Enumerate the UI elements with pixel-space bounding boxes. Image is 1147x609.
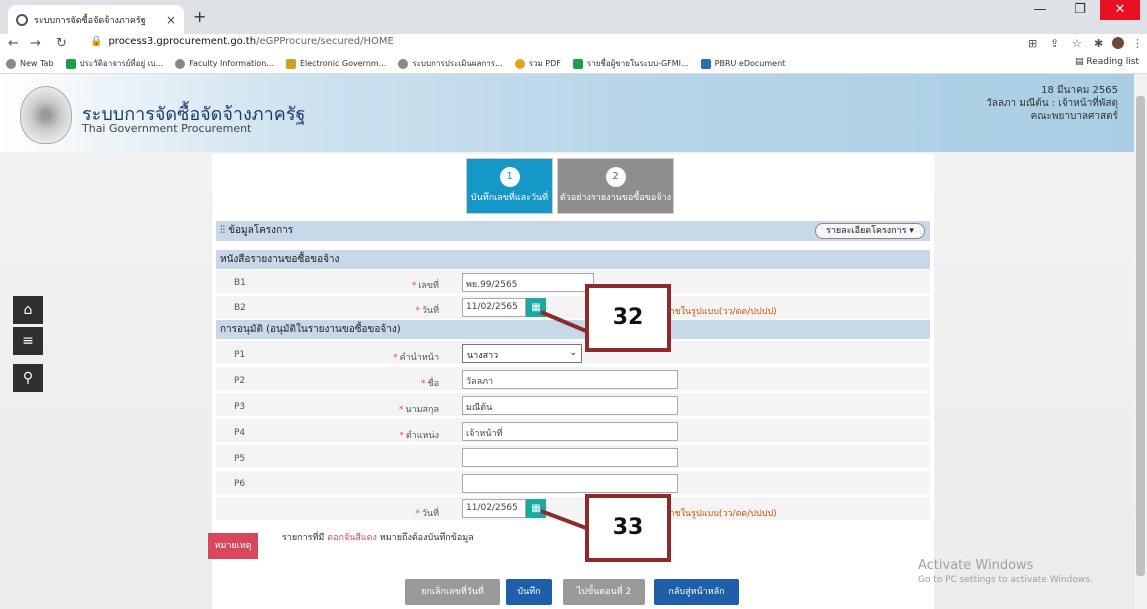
callout-33: 33 — [585, 494, 671, 562]
callout-arrows — [540, 310, 587, 530]
callout-32: 32 — [585, 284, 671, 352]
callout-arrow-33 — [540, 509, 587, 530]
callout-arrow-32 — [540, 310, 587, 333]
activation-watermark: Activate Windows Go to PC settings to ac… — [918, 558, 1093, 585]
